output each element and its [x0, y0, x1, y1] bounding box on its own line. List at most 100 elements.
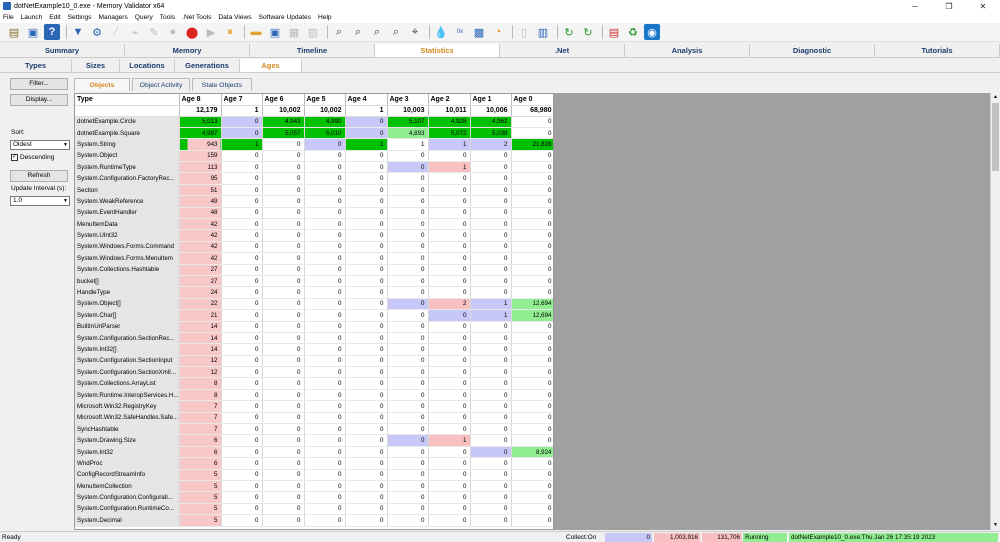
- menu-item[interactable]: Query: [135, 14, 153, 21]
- descending-checkbox[interactable]: ✓: [11, 154, 18, 161]
- table-row[interactable]: System.Windows.Forms.Command 42 0 0 0 0 0 0 0 0: [75, 241, 553, 254]
- compare-icon[interactable]: ▥: [305, 24, 321, 40]
- pen-icon[interactable]: ✎: [146, 24, 162, 40]
- save-session-icon[interactable]: ▣: [267, 24, 283, 40]
- query-object-icon[interactable]: ⌕: [369, 24, 385, 40]
- inject-icon[interactable]: ⌁: [127, 24, 143, 40]
- columns-icon[interactable]: ▥: [535, 24, 551, 40]
- tab-tutorials[interactable]: Tutorials: [875, 44, 1000, 57]
- column-header[interactable]: Age 6: [262, 94, 305, 106]
- tab-types[interactable]: Types: [0, 59, 72, 72]
- column-header[interactable]: Age 5: [304, 94, 346, 106]
- tab-diagnostic[interactable]: Diagnostic: [750, 44, 875, 57]
- vertical-scrollbar[interactable]: ▲ ▼: [990, 93, 1000, 530]
- table-row[interactable]: System.RuntimeType 113 0 0 0 0 0 1 0 0: [75, 161, 553, 174]
- tab-summary[interactable]: Summary: [0, 44, 125, 57]
- table-row[interactable]: System.Configuration.FactoryRec... 95 0 0 0 0…: [75, 172, 553, 185]
- table-row[interactable]: System.String 943 1 0 0 1 1 1 2 21,828: [75, 138, 553, 151]
- table-row[interactable]: System.Runtime.InteropServices.H... 8 0 0 0 0…: [75, 389, 553, 402]
- table-row[interactable]: System.EventHandler 48 0 0 0 0 0 0 0 0: [75, 207, 553, 220]
- tab-generations[interactable]: Generations: [175, 59, 240, 72]
- display-button[interactable]: Display...: [10, 94, 68, 106]
- report-icon[interactable]: ▦: [286, 24, 302, 40]
- column-header[interactable]: Type: [75, 94, 180, 106]
- recycle-icon[interactable]: ♻: [625, 24, 641, 40]
- menu-item[interactable]: Settings: [68, 14, 92, 21]
- filter-button[interactable]: Filter...: [10, 78, 68, 90]
- table-row[interactable]: MenuItemData 42 0 0 0 0 0 0 0 0: [75, 218, 553, 231]
- query-address-icon[interactable]: ⌖: [407, 24, 423, 40]
- table-row[interactable]: Microsoft.Win32.RegistryKey 7 0 0 0 0 0 0 0 0: [75, 400, 553, 413]
- column-header[interactable]: Age 2: [428, 94, 471, 106]
- tab-analysis[interactable]: Analysis: [625, 44, 750, 57]
- open-folder-icon[interactable]: ▤: [6, 24, 22, 40]
- close-icon[interactable]: ✕: [966, 2, 1000, 11]
- report-pdf-icon[interactable]: ▤: [606, 24, 622, 40]
- table-row[interactable]: ConfigRecordStreamInfo 5 0 0 0 0 0 0 0 0: [75, 469, 553, 482]
- subtab-stale-objects[interactable]: Stale Objects: [192, 78, 252, 91]
- refresh-green-icon[interactable]: ↻: [561, 24, 577, 40]
- table-row[interactable]: bucket[] 27 0 0 0 0 0 0 0 0: [75, 275, 553, 288]
- leak-drop-icon[interactable]: 💧: [433, 24, 449, 40]
- settings-gear-icon[interactable]: ⚙: [89, 24, 105, 40]
- minimize-icon[interactable]: ─: [898, 2, 932, 11]
- refresh-button[interactable]: Refresh: [10, 170, 68, 182]
- table-row[interactable]: System.Int32 6 0 0 0 0 0 0 0 8,924: [75, 446, 553, 459]
- table-row[interactable]: System.UInt32 42 0 0 0 0 0 0 0 0: [75, 229, 553, 242]
- table-row[interactable]: System.Configuration.RuntimeCo... 5 0 0 0 0 0 0…: [75, 503, 553, 516]
- tab-memory[interactable]: Memory: [125, 44, 250, 57]
- stop-icon[interactable]: ⬤: [184, 24, 200, 40]
- menu-item[interactable]: .Net Tools: [182, 14, 211, 21]
- column-header[interactable]: Age 0: [511, 94, 553, 106]
- subtab-objects[interactable]: Objects: [74, 78, 130, 91]
- table-row[interactable]: System.Configuration.SectionInput 12 0 0 0 0 0…: [75, 355, 553, 368]
- menu-item[interactable]: Data Views: [218, 14, 251, 21]
- table-row[interactable]: System.Drawing.Size 6 0 0 0 0 0 1 0 0: [75, 434, 553, 447]
- table-row[interactable]: System.Char[] 21 0 0 0 0 0 0 1 12,694: [75, 309, 553, 322]
- scroll-down-icon[interactable]: ▼: [991, 521, 1000, 530]
- table-row[interactable]: System.Configuration.Configurati... 5 0 0 0 0…: [75, 491, 553, 504]
- menu-item[interactable]: Edit: [49, 14, 60, 21]
- sort-select[interactable]: Oldest ▼: [10, 140, 70, 150]
- pause-icon[interactable]: ⏸: [222, 24, 238, 40]
- folder-icon[interactable]: ▬: [248, 24, 264, 40]
- table-row[interactable]: WndProc 6 0 0 0 0 0 0 0 0: [75, 457, 553, 470]
- menu-item[interactable]: Managers: [98, 14, 127, 21]
- menu-item[interactable]: Launch: [21, 14, 43, 21]
- table-row[interactable]: SyncHashtable 7 0 0 0 0 0 0 0 0: [75, 423, 553, 436]
- menu-item[interactable]: Tools: [160, 14, 175, 21]
- camera-icon[interactable]: ◉: [644, 24, 660, 40]
- table-row[interactable]: System.Configuration.SectionRec... 14 0 0 0 0…: [75, 332, 553, 345]
- query-icon[interactable]: ⌕: [388, 24, 404, 40]
- table-row[interactable]: System.Windows.Forms.MenuItem 42 0 0 0 0 0 0 0 0: [75, 252, 553, 265]
- tab-timeline[interactable]: Timeline: [250, 44, 375, 57]
- help-icon[interactable]: ?: [44, 24, 60, 40]
- table-row[interactable]: System.Collections.Hashtable 27 0 0 0 0 0 0 0 0: [75, 264, 553, 276]
- tab-net[interactable]: .Net: [500, 44, 625, 57]
- column-header[interactable]: Age 1: [470, 94, 512, 106]
- table-row[interactable]: System.WeakReference 49 0 0 0 0 0 0 0 0: [75, 195, 553, 208]
- table-row[interactable]: System.Object 159 0 0 0 0 0 0 0 0: [75, 150, 553, 163]
- tab-ages[interactable]: Ages: [240, 59, 302, 72]
- puzzle-icon[interactable]: ▩: [471, 24, 487, 40]
- table-row[interactable]: System.Configuration.SectionXmlI... 12 0 0 0…: [75, 366, 553, 379]
- tab-locations[interactable]: Locations: [120, 59, 175, 72]
- wand-icon[interactable]: ⁄: [108, 24, 124, 40]
- menu-item[interactable]: File: [3, 14, 14, 21]
- table-row[interactable]: dotnetExample.Circle 5,013 0 4,943 4,990 0 5,1…: [75, 116, 553, 128]
- play-icon[interactable]: ▶: [203, 24, 219, 40]
- tab-sizes[interactable]: Sizes: [72, 59, 120, 72]
- page-icon[interactable]: ▯: [516, 24, 532, 40]
- maximize-icon[interactable]: ❐: [932, 2, 966, 11]
- menu-item[interactable]: Software Updates: [259, 14, 311, 21]
- subtab-object-activity[interactable]: Object Activity: [132, 78, 190, 91]
- snapshot-icon[interactable]: ◔: [490, 24, 506, 40]
- table-row[interactable]: System.Collections.ArrayList 8 0 0 0 0 0 0 0 0: [75, 377, 553, 390]
- hex-icon[interactable]: 0x: [452, 24, 468, 40]
- column-header[interactable]: Age 4: [345, 94, 388, 106]
- table-row[interactable]: Section 51 0 0 0 0 0 0 0 0: [75, 184, 553, 197]
- column-header[interactable]: Age 8: [179, 94, 222, 106]
- table-row[interactable]: System.Object[] 22 0 0 0 0 0 2 1 12,694: [75, 298, 553, 311]
- table-row[interactable]: HandleType 24 0 0 0 0 0 0 0 0: [75, 286, 553, 299]
- table-row[interactable]: dotnetExample.Square 4,987 0 5,057 5,010 0 4,8…: [75, 127, 553, 140]
